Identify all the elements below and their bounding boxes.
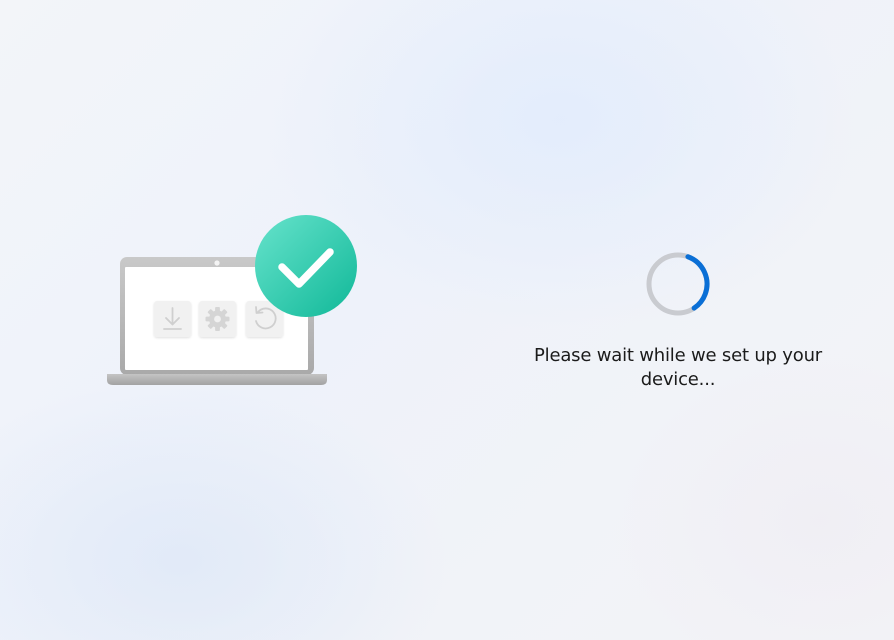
download-icon bbox=[154, 301, 191, 337]
setup-status-message: Please wait while we set up your device.… bbox=[534, 345, 822, 390]
spinner-progress-arc bbox=[646, 252, 710, 316]
laptop-base bbox=[107, 374, 327, 385]
oobe-setup-screen: { "status": { "message": "Please wait wh… bbox=[0, 0, 894, 640]
laptop-illustration bbox=[107, 215, 357, 385]
setup-status-panel: Please wait while we set up your device.… bbox=[520, 250, 836, 392]
loading-spinner-icon bbox=[646, 252, 710, 316]
checkmark-icon bbox=[255, 215, 357, 317]
camera-dot bbox=[214, 260, 220, 266]
settings-gear-icon bbox=[199, 301, 236, 337]
laptop-update-illustration bbox=[100, 210, 370, 400]
